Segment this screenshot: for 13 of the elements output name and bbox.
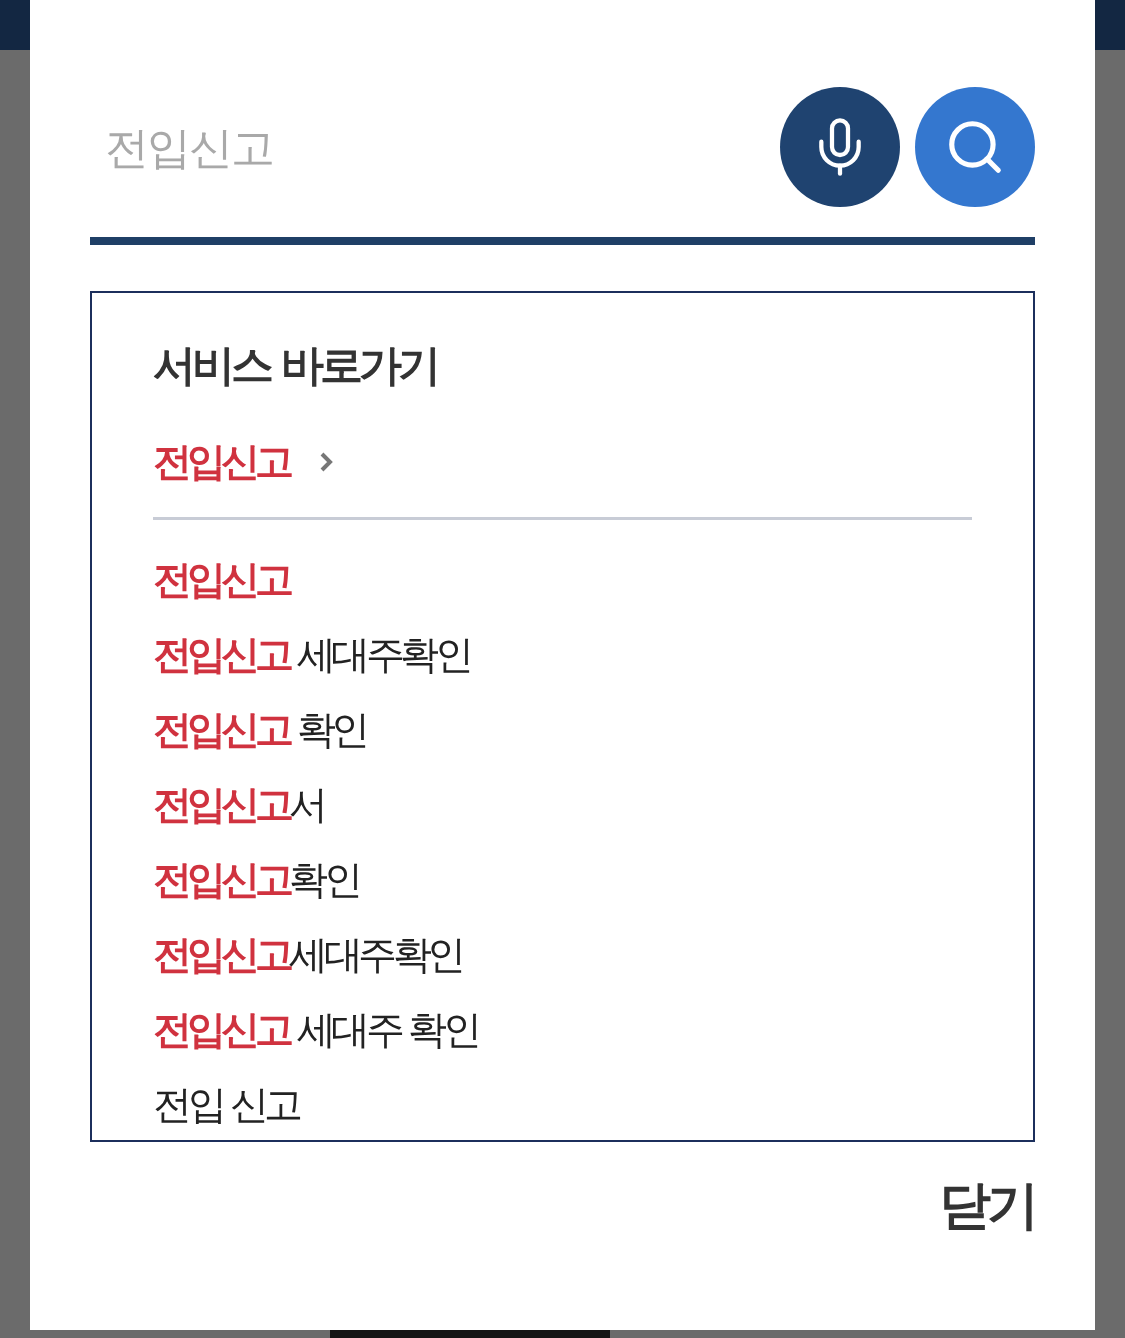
service-link[interactable]: 전입신고 (153, 422, 333, 502)
suggestion-item[interactable]: 전입신고확인 (153, 842, 358, 917)
suggestion-item[interactable]: 전입신고 확인 (153, 692, 366, 767)
chevron-right-icon (319, 452, 333, 472)
close-button[interactable]: 닫기 (939, 1165, 1035, 1245)
suggestion-item[interactable]: 전입신고세대주확인 (153, 917, 462, 992)
suggestion-item[interactable]: 전입 신고 (153, 1067, 299, 1140)
section-title: 서비스 바로가기 (153, 339, 437, 392)
search-field[interactable]: 전입신고 (90, 97, 765, 197)
suggestion-item[interactable]: 전입신고 세대주확인 (153, 617, 470, 692)
suggestion-item[interactable]: 전입신고 (153, 542, 289, 617)
suggestion-item[interactable]: 전입신고서 (153, 767, 324, 842)
suggestion-item[interactable]: 전입신고 세대주 확인 (153, 992, 478, 1067)
